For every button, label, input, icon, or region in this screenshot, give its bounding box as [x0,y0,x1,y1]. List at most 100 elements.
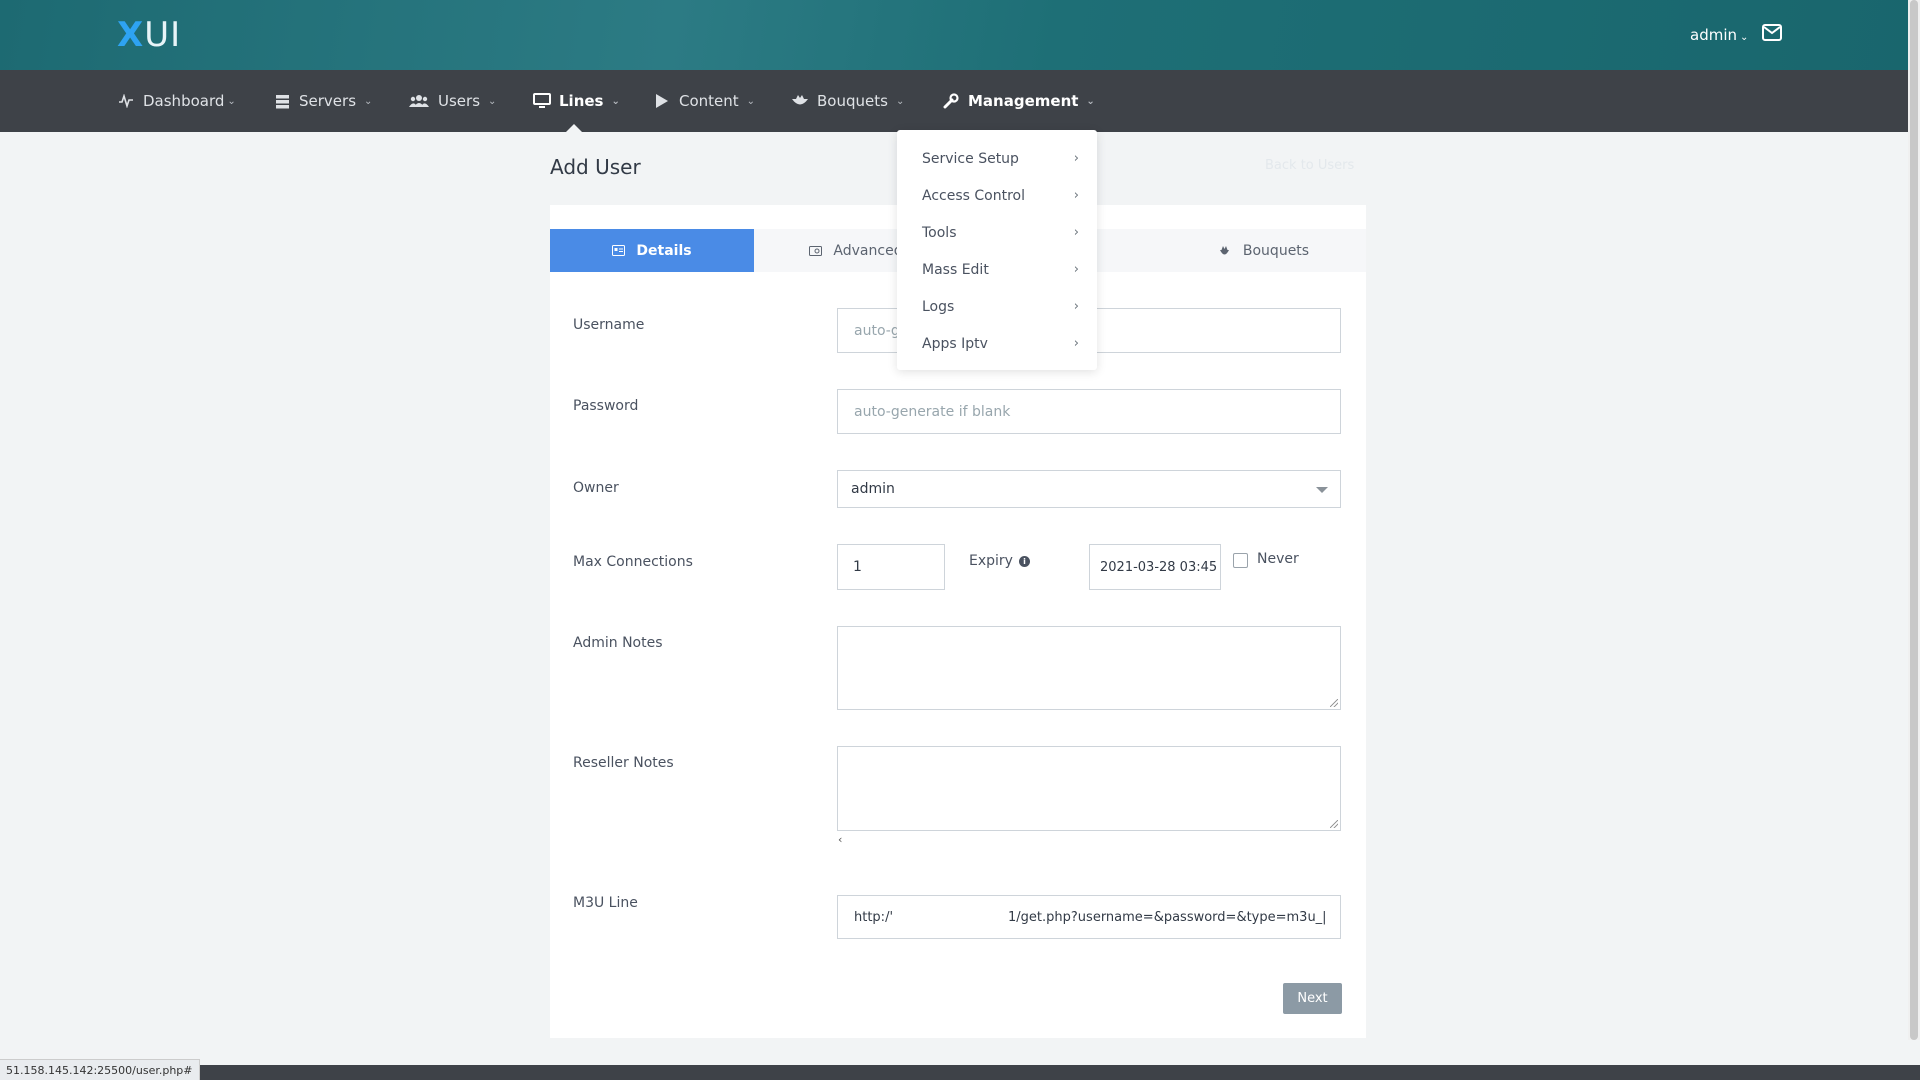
user-menu[interactable]: admin ⌄ [1690,26,1748,44]
id-card-icon [612,244,626,258]
back-to-users-link[interactable]: Back to Users [1265,158,1354,173]
page-title: Add User [550,155,641,179]
users-icon [408,92,430,110]
chevron-right-icon: › [1073,299,1079,314]
m3u-line-input[interactable]: http:/' 1/get.php?username=&password=&ty… [837,895,1341,939]
management-dropdown-menu: Service Setup › Access Control › Tools ›… [897,130,1097,370]
chevron-down-icon: ⌄ [1740,32,1749,43]
max-connections-value: 1 [853,559,862,575]
top-header: XUI admin ⌄ [0,0,1920,70]
activity-icon [117,92,135,110]
owner-select[interactable]: admin [837,470,1341,508]
reseller-notes-textarea[interactable] [837,746,1341,831]
max-connections-label: Max Connections [573,554,693,570]
menu-item-access-control[interactable]: Access Control › [897,177,1097,214]
chevron-down-icon: ⌄ [611,95,620,107]
expiry-label-text: Expiry [969,553,1013,569]
nav-dashboard-label: Dashboard [143,92,225,110]
status-bar-url: 51.158.145.142:25500/user.php# [0,1059,200,1080]
nav-lines-label: Lines [559,92,604,110]
username-label: Username [573,317,645,333]
menu-item-label: Access Control [922,187,1025,204]
menu-item-logs[interactable]: Logs › [897,288,1097,325]
never-label: Never [1257,551,1299,567]
resize-handle-icon[interactable] [1330,820,1338,828]
select-arrow-icon [1316,487,1328,493]
password-input[interactable]: auto-generate if blank [837,389,1341,434]
nav-servers[interactable]: Servers ⌄ [273,70,372,132]
app-logo[interactable]: XUI [117,16,181,54]
chevron-right-icon: › [1073,188,1079,203]
menu-item-label: Mass Edit [922,261,989,278]
chevron-right-icon: › [1073,151,1079,166]
chevron-right-icon: › [1073,225,1079,240]
m3u-line-prefix: http:/' [854,909,894,925]
logo-text: UI [144,15,182,55]
chevron-left-icon: ‹ [838,833,843,846]
password-label: Password [573,398,639,414]
folder-icon [809,244,823,258]
username-placeholder: auto-g [854,322,900,339]
owner-label: Owner [573,480,619,496]
admin-notes-textarea[interactable] [837,626,1341,710]
page-scrollbar[interactable] [1908,0,1920,1040]
m3u-line-label: M3U Line [573,895,638,911]
menu-item-service-setup[interactable]: Service Setup › [897,140,1097,177]
logo-x: X [117,15,145,55]
menu-item-label: Tools [922,224,957,241]
menu-item-apps-iptv[interactable]: Apps Iptv › [897,325,1097,362]
tab-bouquets-label: Bouquets [1242,242,1310,259]
chevron-down-icon: ⌄ [364,95,373,107]
next-button[interactable]: Next [1283,983,1342,1014]
chevron-right-icon: › [1073,336,1079,351]
nav-management-label: Management [968,92,1079,110]
footer-strip [0,1065,1920,1080]
menu-item-label: Service Setup [922,150,1019,167]
nav-bouquets[interactable]: Bouquets ⌄ [791,70,904,132]
info-icon[interactable]: i [1018,555,1030,567]
owner-value: admin [851,481,895,497]
nav-dashboard[interactable]: Dashboard ⌄ [117,70,236,132]
tab-details[interactable]: Details [550,229,754,272]
chevron-down-icon: ⌄ [746,95,756,107]
m3u-line-value: 1/get.php?username=&password=&type=m3u_| [1008,909,1327,925]
nav-management[interactable]: Management ⌄ [942,70,1095,132]
chevron-down-icon: ⌄ [488,95,497,107]
wrench-icon [942,92,960,110]
active-nav-pointer [566,124,582,132]
nav-bouquets-label: Bouquets [817,92,888,110]
bouquet-icon [791,92,809,110]
nav-content-label: Content [679,92,739,110]
max-connections-input[interactable]: 1 [837,544,945,590]
never-checkbox[interactable] [1233,553,1248,568]
expiry-label: Expiry i [969,553,1030,569]
nav-content[interactable]: Content ⌄ [653,70,755,132]
nav-lines[interactable]: Lines ⌄ [533,70,620,132]
expiry-date-input[interactable]: 2021-03-28 03:45 [1089,544,1221,590]
nav-users[interactable]: Users ⌄ [408,70,496,132]
chevron-down-icon: ⌄ [1086,95,1095,107]
mail-icon[interactable] [1762,24,1782,41]
play-icon [653,92,671,110]
menu-item-mass-edit[interactable]: Mass Edit › [897,251,1097,288]
chevron-down-icon: ⌄ [227,95,236,107]
chevron-right-icon: › [1073,262,1079,277]
nav-users-label: Users [438,92,481,110]
nav-servers-label: Servers [299,92,357,110]
server-icon [273,92,291,110]
menu-item-tools[interactable]: Tools › [897,214,1097,251]
chevron-down-icon: ⌄ [895,95,905,107]
menu-item-label: Logs [922,298,955,315]
monitor-icon [533,92,551,110]
tab-bouquets[interactable]: Bouquets [1162,229,1366,272]
bouquet-icon [1219,244,1233,258]
resize-handle-icon[interactable] [1330,699,1338,707]
tab-details-label: Details [636,242,692,259]
password-placeholder: auto-generate if blank [854,403,1011,420]
menu-item-label: Apps Iptv [922,335,988,352]
scrollbar-thumb[interactable] [1910,0,1918,1040]
tab-advanced-label: Advanced [833,242,903,259]
reseller-notes-label: Reseller Notes [573,755,674,771]
main-navbar: Dashboard ⌄ Servers ⌄ Users ⌄ Lines ⌄ Co… [0,70,1920,132]
admin-notes-label: Admin Notes [573,635,663,651]
